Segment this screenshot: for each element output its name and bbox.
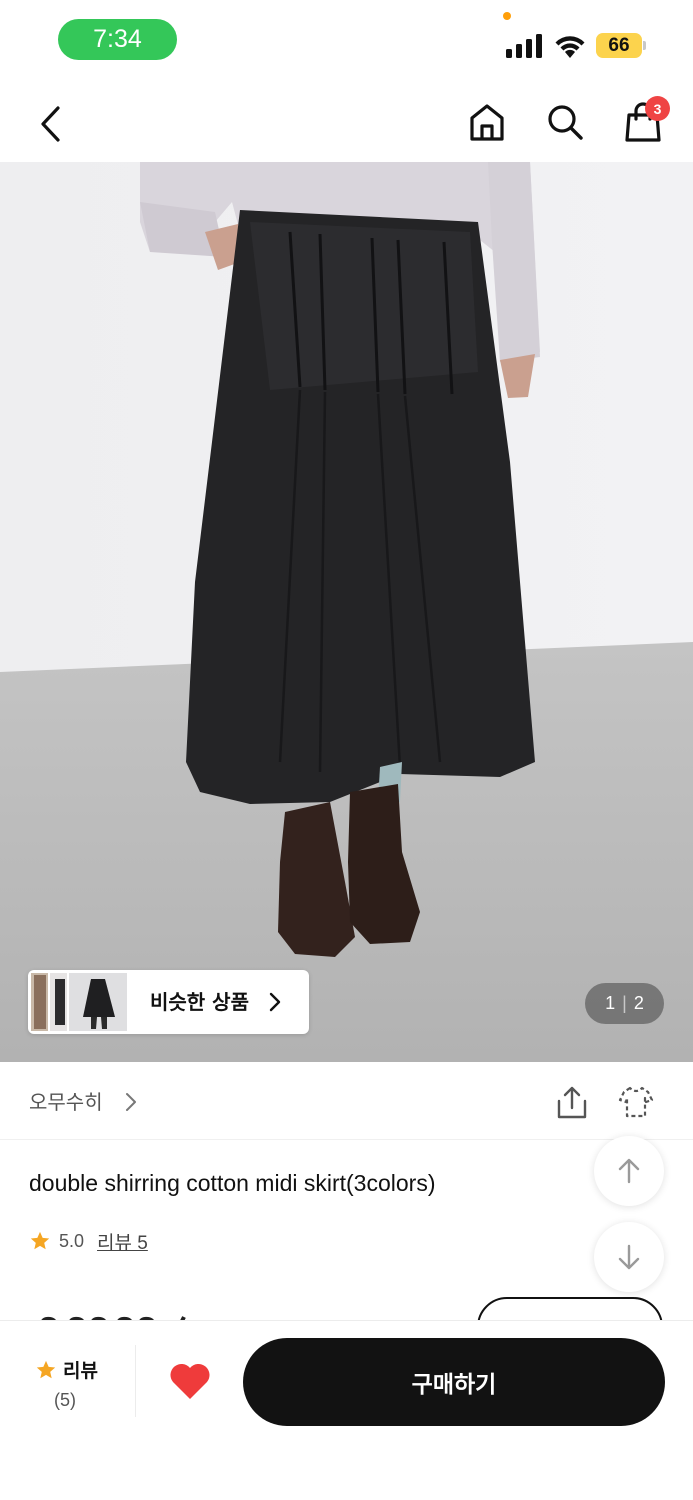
brand-row: 오무수히	[0, 1062, 693, 1140]
chevron-right-icon	[269, 992, 281, 1012]
review-summary-button[interactable]: 리뷰 (5)	[0, 1321, 135, 1421]
bottom-action-bar: 리뷰 (5) 구매하기	[0, 1320, 693, 1500]
home-button[interactable]	[465, 100, 509, 144]
wifi-icon	[555, 36, 585, 58]
star-icon	[36, 1360, 56, 1378]
chevron-left-icon	[41, 106, 60, 142]
rating-value: 5.0	[59, 1230, 85, 1251]
total-pages: 2	[633, 993, 644, 1013]
privacy-indicator-dot	[503, 12, 511, 20]
share-button[interactable]	[552, 1082, 592, 1122]
star-icon	[30, 1231, 50, 1250]
scroll-down-button[interactable]	[594, 1222, 664, 1292]
review-label: 리뷰	[63, 1360, 98, 1382]
bottom-divider	[135, 1345, 136, 1417]
status-time: 7:34	[58, 19, 177, 60]
arrow-down-icon	[618, 1244, 640, 1270]
clothing-icon	[618, 1086, 654, 1118]
review-label-row: 리뷰	[35, 1356, 98, 1383]
top-nav	[0, 82, 693, 162]
share-icon	[557, 1086, 587, 1119]
image-page-indicator: 1 | 2	[585, 983, 664, 1024]
battery-cap	[643, 41, 646, 50]
battery-indicator: 66	[596, 33, 646, 58]
home-icon	[470, 104, 504, 141]
chevron-right-icon	[126, 1093, 136, 1111]
back-button[interactable]	[30, 102, 70, 146]
similar-products-button[interactable]: 비슷한 상품	[28, 970, 309, 1034]
product-title: double shirring cotton midi skirt(3color…	[29, 1170, 436, 1196]
product-image[interactable]	[0, 162, 693, 1062]
status-bar: 7:34 66	[0, 0, 693, 82]
page-separator: |	[622, 993, 627, 1013]
heart-icon	[170, 1363, 210, 1399]
search-icon	[548, 105, 583, 140]
review-count: (5)	[54, 1390, 76, 1410]
review-link[interactable]: 리뷰 5	[97, 1228, 148, 1255]
battery-level: 66	[596, 33, 642, 58]
similar-products-label: 비슷한 상품	[150, 990, 249, 1014]
brand-link[interactable]: 오무수히	[29, 1062, 103, 1140]
cellular-signal-icon	[506, 34, 542, 58]
search-button[interactable]	[543, 100, 587, 144]
buy-button[interactable]: 구매하기	[243, 1338, 665, 1426]
current-page: 1	[605, 993, 616, 1013]
scroll-up-button[interactable]	[594, 1136, 664, 1206]
cart-count-badge: 3	[645, 96, 670, 121]
size-compare-button[interactable]	[616, 1082, 656, 1122]
similar-products-thumbnails	[31, 973, 127, 1031]
rating-row: 5.0 리뷰 5	[29, 1228, 148, 1254]
like-button[interactable]	[168, 1361, 212, 1401]
product-photo	[0, 162, 693, 1062]
arrow-up-icon	[618, 1158, 640, 1184]
